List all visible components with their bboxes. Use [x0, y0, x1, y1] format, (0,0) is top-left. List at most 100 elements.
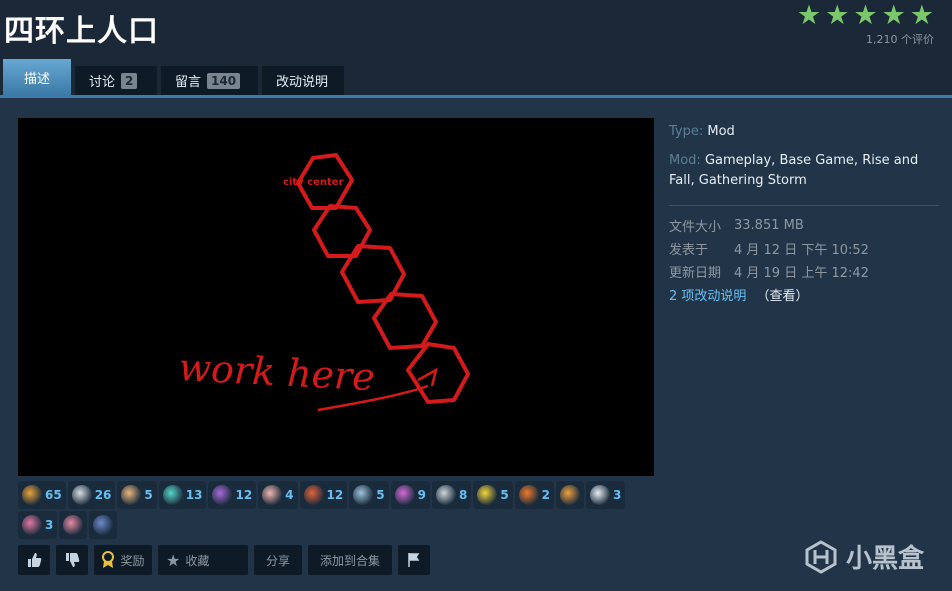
award-count: 4	[285, 488, 294, 502]
award-badge[interactable]: 3	[18, 511, 58, 539]
tab-description[interactable]: 描述	[3, 59, 71, 95]
wolf-award-icon	[93, 515, 114, 535]
award-count: 12	[326, 488, 344, 502]
star-icon: ★	[796, 0, 822, 31]
ufo-award-icon	[394, 485, 415, 505]
award-badge[interactable]: 26	[67, 481, 116, 509]
workshop-header: 四环上人口 ★ ★ ★ ★ ★ 1,210 个评价 描述 讨论 2 留言 140…	[0, 0, 952, 95]
tab-change-notes[interactable]: 改动说明	[262, 66, 344, 95]
tab-label: 描述	[23, 71, 50, 87]
awards-bar: 65 26 5 13 12 4 12 5 9 8 5 2 3 3	[18, 481, 638, 539]
flag-icon	[408, 553, 420, 567]
work-here-label: work here	[178, 345, 376, 399]
report-button[interactable]	[398, 545, 430, 575]
award-badge[interactable]: 12	[208, 481, 257, 509]
award-badge[interactable]: 4	[258, 481, 298, 509]
star-icon: ★	[909, 0, 934, 31]
award-badge[interactable]: 12	[299, 481, 348, 509]
tab-label: 改动说明	[276, 75, 329, 90]
file-size-label: 文件大小	[669, 220, 722, 235]
change-notes-link[interactable]: 2 项改动说明	[669, 289, 746, 304]
wings-award-icon	[71, 485, 92, 505]
tab-discussions[interactable]: 讨论 2	[75, 66, 157, 95]
posted-value: 4 月 12 日 下午 10:52	[734, 243, 869, 258]
xiaoheihe-logo-icon	[805, 539, 837, 574]
award-count: 13	[185, 488, 203, 502]
award-badge[interactable]: 3	[586, 481, 626, 509]
gift-award-icon	[303, 485, 324, 505]
page-title: 四环上人口	[4, 14, 159, 49]
award-count: 65	[45, 488, 62, 502]
fox-award-icon	[560, 485, 581, 505]
add-to-collection-label: 添加到合集	[319, 553, 380, 568]
award-badge[interactable]: 5	[473, 481, 513, 509]
star-icon: ★	[825, 0, 850, 31]
tab-bar: 描述 讨论 2 留言 140 改动说明	[3, 59, 344, 95]
award-ribbon-icon	[102, 551, 115, 568]
rating-stars: ★ ★ ★ ★ ★	[797, 2, 934, 30]
award-badge[interactable]: 5	[349, 481, 389, 509]
fish-award-icon	[22, 515, 42, 535]
preview-drawing: city center work here	[178, 153, 470, 412]
hexagon	[312, 204, 372, 258]
award-count: 9	[417, 488, 426, 502]
heart-award-icon	[212, 485, 233, 505]
share-button[interactable]: 分享	[254, 545, 302, 575]
comet-award-icon	[162, 485, 183, 505]
award-badge[interactable]: 13	[158, 481, 207, 509]
city-center-label: city center	[283, 177, 344, 188]
award-badge[interactable]	[89, 511, 118, 539]
award-badge[interactable]: 5	[117, 481, 157, 509]
view-changes-link[interactable]: （查看）	[757, 289, 809, 304]
award-count: 5	[144, 488, 153, 502]
award-button[interactable]: 奖励	[94, 545, 152, 575]
star-icon: ★	[881, 0, 906, 31]
brain-award-icon	[262, 485, 283, 505]
description-panel: city center work here Type: Mod Mod: Gam…	[0, 95, 952, 591]
award-count: 2	[541, 488, 551, 502]
award-count: 5	[376, 488, 385, 502]
file-size-value: 33.851 MB	[734, 218, 804, 233]
watermark: 小黑盒	[804, 538, 924, 575]
tab-comments[interactable]: 留言 140	[161, 66, 258, 95]
award-count: 26	[94, 488, 112, 502]
thumbs-down-button[interactable]	[56, 545, 88, 575]
share-button-label: 分享	[265, 553, 290, 568]
award-badge[interactable]: 2	[514, 481, 555, 509]
award-badge[interactable]	[556, 481, 585, 509]
hexagon	[406, 342, 470, 404]
favorite-button[interactable]: ★ 收藏	[158, 545, 248, 575]
thumbs-up-button[interactable]	[18, 545, 50, 575]
thumbs-up-icon	[28, 553, 42, 567]
award-badge[interactable]: 9	[390, 481, 430, 509]
tab-label: 留言	[175, 75, 202, 90]
award-badge[interactable]	[59, 511, 88, 539]
award-button-label: 奖励	[120, 553, 145, 568]
snowman-award-icon	[590, 485, 611, 505]
type-value[interactable]: Mod	[707, 124, 734, 139]
pig-award-icon	[63, 515, 84, 535]
type-label: Type:	[669, 124, 704, 139]
mod-label: Mod:	[669, 153, 701, 168]
tab-count-badge: 2	[121, 72, 138, 89]
award-count: 12	[235, 488, 253, 502]
thumbs-down-icon	[66, 553, 80, 567]
sun-award-icon	[477, 485, 498, 505]
ghost-award-icon	[353, 485, 374, 505]
updated-label: 更新日期	[669, 266, 722, 281]
action-bar: 奖励 ★ 收藏 分享 添加到合集	[18, 545, 430, 575]
mod-tags[interactable]: Gameplay, Base Game, Rise and Fall, Gath…	[669, 153, 918, 188]
flame-award-icon	[518, 485, 539, 505]
skull-award-icon	[435, 485, 456, 505]
updated-value: 4 月 19 日 上午 12:42	[734, 266, 869, 281]
preview-image[interactable]: city center work here	[18, 118, 654, 476]
add-to-collection-button[interactable]: 添加到合集	[308, 545, 392, 575]
star-icon: ★	[166, 550, 181, 570]
tab-label: 讨论	[89, 75, 116, 90]
award-badge[interactable]: 65	[18, 481, 66, 509]
hexagon	[372, 292, 438, 350]
posted-label: 发表于	[669, 243, 709, 258]
file-details: 文件大小 33.851 MB 发表于 4 月 12 日 下午 10:52 更新日…	[669, 205, 939, 304]
tab-count-badge: 140	[207, 72, 241, 89]
award-badge[interactable]: 8	[431, 481, 472, 509]
